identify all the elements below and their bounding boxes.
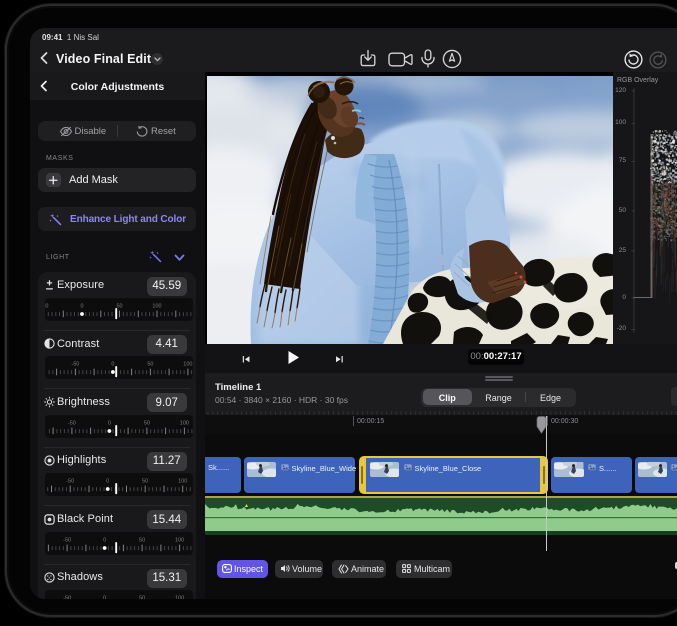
svg-text:100: 100	[175, 596, 184, 600]
svg-text:50: 50	[142, 479, 148, 485]
svg-text:0: 0	[80, 304, 83, 310]
svg-text:-50: -50	[63, 596, 71, 600]
svg-text:-50: -50	[63, 537, 71, 543]
svg-text:50: 50	[143, 420, 149, 426]
svg-text:50: 50	[139, 596, 145, 600]
svg-text:100: 100	[183, 362, 192, 368]
svg-text:100: 100	[175, 537, 184, 543]
svg-text:0: 0	[103, 596, 106, 600]
svg-text:100: 100	[179, 420, 188, 426]
svg-text:50: 50	[139, 537, 145, 543]
svg-text:100: 100	[178, 479, 187, 485]
svg-text:-50: -50	[67, 420, 75, 426]
svg-text:-50: -50	[45, 304, 48, 310]
svg-text:0: 0	[111, 362, 114, 368]
svg-text:50: 50	[116, 304, 122, 310]
svg-text:0: 0	[107, 420, 110, 426]
svg-text:0: 0	[106, 479, 109, 485]
svg-text:-50: -50	[71, 362, 79, 368]
svg-text:100: 100	[152, 304, 161, 310]
svg-text:0: 0	[103, 537, 106, 543]
svg-text:50: 50	[147, 362, 153, 368]
svg-text:-50: -50	[66, 479, 74, 485]
